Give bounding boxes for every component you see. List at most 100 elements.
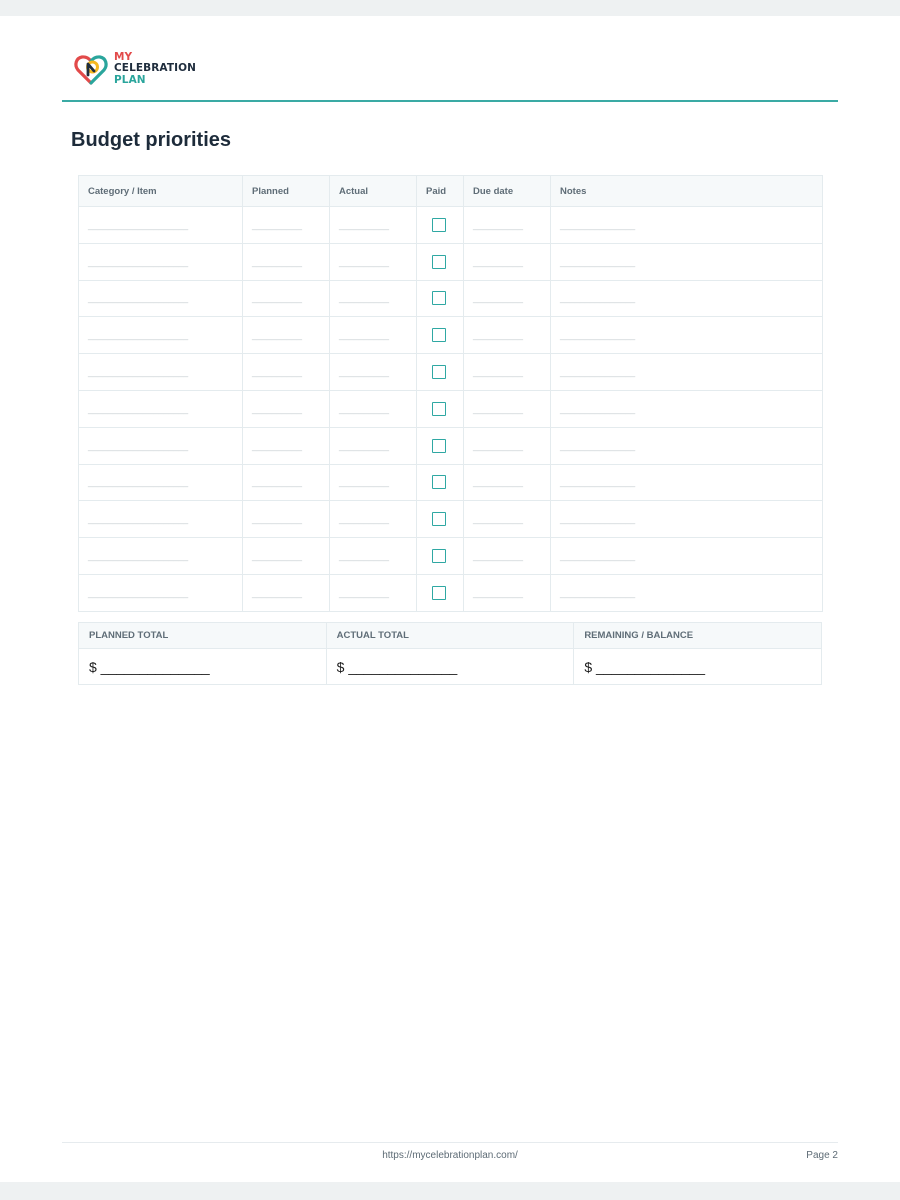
notes-field[interactable]: _______________ — [550, 500, 823, 539]
notes-field[interactable]: _______________ — [550, 353, 823, 391]
actual-field[interactable]: __________ — [329, 573, 417, 612]
actual-field[interactable]: __________ — [329, 316, 417, 355]
actual-total-field[interactable]: $ ______________ — [325, 648, 575, 685]
planned-field[interactable]: __________ — [242, 389, 330, 428]
budget-table-body: ____________________ __________ __________… — [78, 206, 823, 612]
category-field[interactable]: ____________________ — [78, 463, 243, 502]
actual-field[interactable]: __________ — [329, 206, 417, 244]
paid-cell — [416, 389, 464, 428]
brand-wordmark: MY CELEBRATION PLAN — [114, 51, 196, 87]
table-row: ____________________ __________ __________… — [78, 463, 823, 502]
actual-field[interactable]: __________ — [329, 279, 417, 318]
remaining-balance-label: REMAINING / BALANCE — [573, 622, 822, 649]
budget-table-header: Category / Item Planned Actual Paid Due … — [78, 175, 823, 207]
document-page: MY CELEBRATION PLAN Budget priorities Ca… — [0, 16, 900, 1182]
table-row: ____________________ __________ __________… — [78, 573, 823, 612]
paid-checkbox[interactable] — [432, 291, 446, 306]
brand-logo: MY CELEBRATION PLAN — [72, 50, 196, 88]
column-header-notes: Notes — [550, 175, 823, 207]
paid-cell — [416, 537, 464, 575]
due-date-field[interactable]: __________ — [463, 316, 551, 355]
paid-checkbox[interactable] — [432, 585, 446, 600]
category-field[interactable]: ____________________ — [78, 573, 243, 612]
table-row: ____________________ __________ __________… — [78, 426, 823, 465]
notes-field[interactable]: _______________ — [550, 206, 823, 244]
notes-field[interactable]: _______________ — [550, 573, 823, 612]
planned-total-field[interactable]: $ ______________ — [78, 648, 327, 685]
actual-field[interactable]: __________ — [329, 463, 417, 502]
category-field[interactable]: ____________________ — [78, 537, 243, 575]
due-date-field[interactable]: __________ — [463, 537, 551, 575]
notes-field[interactable]: _______________ — [550, 426, 823, 465]
notes-field[interactable]: _______________ — [550, 389, 823, 428]
page-number: Page 2 — [806, 1150, 838, 1161]
due-date-field[interactable]: __________ — [463, 389, 551, 428]
actual-field[interactable]: __________ — [329, 353, 417, 391]
table-row: ____________________ __________ __________… — [78, 316, 823, 355]
planned-field[interactable]: __________ — [242, 279, 330, 318]
paid-cell — [416, 279, 464, 318]
due-date-field[interactable]: __________ — [463, 426, 551, 465]
paid-checkbox[interactable] — [432, 438, 446, 453]
table-row: ____________________ __________ __________… — [78, 206, 823, 244]
planned-field[interactable]: __________ — [242, 500, 330, 539]
category-field[interactable]: ____________________ — [78, 353, 243, 391]
notes-field[interactable]: _______________ — [550, 316, 823, 355]
due-date-field[interactable]: __________ — [463, 279, 551, 318]
actual-field[interactable]: __________ — [329, 500, 417, 539]
planned-field[interactable]: __________ — [242, 463, 330, 502]
notes-field[interactable]: _______________ — [550, 537, 823, 575]
planned-field[interactable]: __________ — [242, 316, 330, 355]
table-row: ____________________ __________ __________… — [78, 242, 823, 281]
paid-checkbox[interactable] — [432, 401, 446, 416]
due-date-field[interactable]: __________ — [463, 242, 551, 281]
paid-cell — [416, 500, 464, 539]
planned-field[interactable]: __________ — [242, 426, 330, 465]
planned-field[interactable]: __________ — [242, 353, 330, 391]
planned-field[interactable]: __________ — [242, 206, 330, 244]
category-field[interactable]: ____________________ — [78, 500, 243, 539]
totals-table: PLANNED TOTAL ACTUAL TOTAL REMAINING / B… — [78, 622, 822, 685]
category-field[interactable]: ____________________ — [78, 206, 243, 244]
table-row: ____________________ __________ __________… — [78, 279, 823, 318]
planned-field[interactable]: __________ — [242, 537, 330, 575]
remaining-balance-field[interactable]: $ ______________ — [573, 648, 822, 685]
planned-field[interactable]: __________ — [242, 242, 330, 281]
paid-checkbox[interactable] — [432, 328, 446, 343]
budget-table: Category / Item Planned Actual Paid Due … — [78, 175, 823, 612]
paid-checkbox[interactable] — [432, 512, 446, 527]
heart-logo-icon — [74, 55, 108, 85]
actual-total-label: ACTUAL TOTAL — [325, 622, 575, 649]
column-header-planned: Planned — [242, 175, 330, 207]
paid-cell — [416, 206, 464, 244]
actual-field[interactable]: __________ — [329, 537, 417, 575]
notes-field[interactable]: _______________ — [550, 279, 823, 318]
due-date-field[interactable]: __________ — [463, 463, 551, 502]
paid-cell — [416, 316, 464, 355]
totals-row: $ ______________ $ ______________ $ ____… — [78, 648, 822, 685]
actual-field[interactable]: __________ — [329, 389, 417, 428]
brand-line-3: PLAN — [114, 73, 146, 86]
paid-checkbox[interactable] — [432, 549, 446, 564]
due-date-field[interactable]: __________ — [463, 500, 551, 539]
due-date-field[interactable]: __________ — [463, 573, 551, 612]
notes-field[interactable]: _______________ — [550, 463, 823, 502]
due-date-field[interactable]: __________ — [463, 353, 551, 391]
category-field[interactable]: ____________________ — [78, 389, 243, 428]
category-field[interactable]: ____________________ — [78, 242, 243, 281]
paid-checkbox[interactable] — [432, 475, 446, 490]
notes-field[interactable]: _______________ — [550, 242, 823, 281]
paid-checkbox[interactable] — [432, 217, 446, 232]
category-field[interactable]: ____________________ — [78, 316, 243, 355]
actual-field[interactable]: __________ — [329, 242, 417, 281]
page-footer: https://mycelebrationplan.com/ Page 2 — [62, 1142, 838, 1172]
due-date-field[interactable]: __________ — [463, 206, 551, 244]
planned-field[interactable]: __________ — [242, 573, 330, 612]
paid-checkbox[interactable] — [432, 365, 446, 380]
paid-cell — [416, 573, 464, 612]
category-field[interactable]: ____________________ — [78, 426, 243, 465]
category-field[interactable]: ____________________ — [78, 279, 243, 318]
column-header-paid: Paid — [416, 175, 464, 207]
actual-field[interactable]: __________ — [329, 426, 417, 465]
paid-checkbox[interactable] — [432, 254, 446, 269]
